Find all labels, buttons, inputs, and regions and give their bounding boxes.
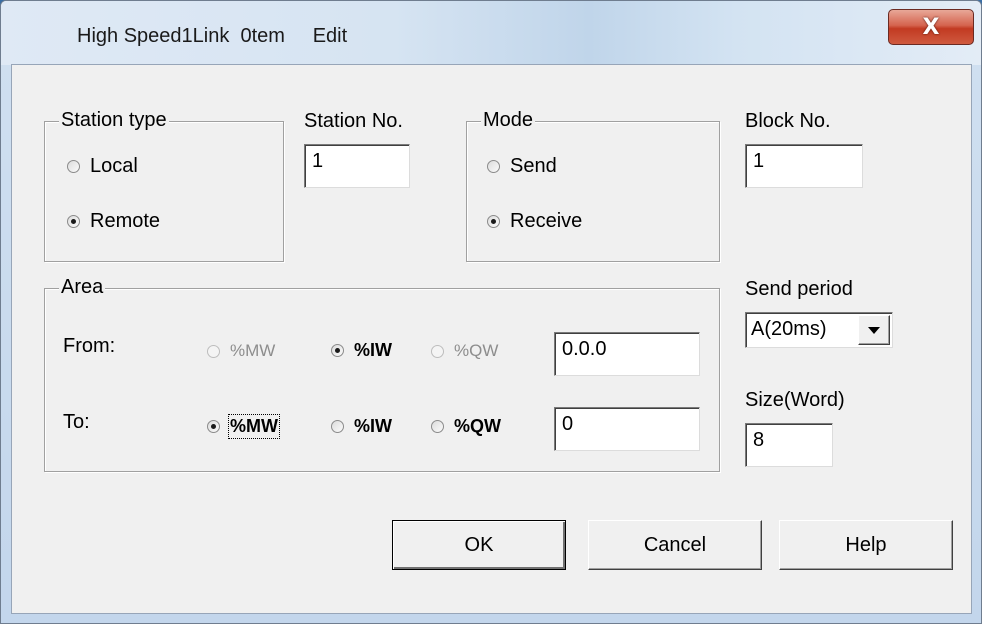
mode-send-radio[interactable]: Send xyxy=(487,155,557,178)
station-type-group: Station type Local Remote xyxy=(44,109,284,262)
help-button[interactable]: Help xyxy=(779,520,953,570)
from-address-input[interactable]: 0.0.0 xyxy=(554,332,700,376)
radio-label: %MW xyxy=(228,414,280,439)
to-iw-radio[interactable]: %IW xyxy=(331,416,392,437)
radio-icon xyxy=(207,344,220,358)
dropdown-arrow-icon[interactable] xyxy=(858,315,890,345)
radio-icon xyxy=(331,344,344,357)
send-period-select[interactable]: A(20ms) xyxy=(745,312,893,348)
cancel-button[interactable]: Cancel xyxy=(588,520,762,570)
send-period-value: A(20ms) xyxy=(751,318,827,340)
radio-icon xyxy=(67,160,80,173)
radio-label: Local xyxy=(90,155,138,177)
radio-icon xyxy=(487,215,500,228)
area-from-label: From: xyxy=(63,335,116,357)
radio-label: %IW xyxy=(354,416,392,436)
station-type-legend: Station type xyxy=(59,109,169,132)
dialog-client-area: Station type Local Remote Station No. 1 … xyxy=(11,64,972,614)
close-icon: X xyxy=(922,14,940,40)
area-legend: Area xyxy=(59,276,106,299)
area-to-label: To: xyxy=(63,411,90,433)
station-type-remote-radio[interactable]: Remote xyxy=(67,210,160,233)
station-type-local-radio[interactable]: Local xyxy=(67,155,138,178)
radio-icon xyxy=(487,160,500,173)
radio-label: Send xyxy=(510,155,557,177)
mode-group: Mode Send Receive xyxy=(466,109,720,262)
from-qw-radio[interactable]: %QW xyxy=(431,341,498,361)
radio-label: Remote xyxy=(90,210,161,232)
title-bar[interactable]: High Speed1Link 0tem Edit X xyxy=(1,1,981,65)
radio-icon xyxy=(431,420,444,433)
radio-label: %IW xyxy=(354,340,392,360)
block-no-label: Block No. xyxy=(745,110,831,132)
from-mw-radio[interactable]: %MW xyxy=(207,341,275,361)
radio-icon xyxy=(331,420,344,433)
mode-legend: Mode xyxy=(481,109,536,132)
size-word-input[interactable]: 8 xyxy=(745,423,833,467)
to-mw-radio[interactable]: %MW xyxy=(207,414,280,439)
block-no-input[interactable]: 1 xyxy=(745,144,863,188)
radio-label: Receive xyxy=(510,210,583,232)
station-no-label: Station No. xyxy=(304,110,403,132)
radio-label: %QW xyxy=(454,416,501,436)
size-word-label: Size(Word) xyxy=(745,389,845,411)
mode-receive-radio[interactable]: Receive xyxy=(487,210,582,233)
close-button[interactable]: X xyxy=(888,9,974,45)
station-no-input[interactable]: 1 xyxy=(304,144,410,188)
ok-button[interactable]: OK xyxy=(392,520,566,570)
radio-label: %QW xyxy=(454,341,499,360)
from-iw-radio[interactable]: %IW xyxy=(331,340,392,361)
radio-icon xyxy=(431,344,444,358)
radio-icon xyxy=(207,420,220,433)
to-qw-radio[interactable]: %QW xyxy=(431,416,501,437)
send-period-label: Send period xyxy=(745,278,853,300)
radio-label: %MW xyxy=(230,341,276,360)
window-title: High Speed1Link 0tem Edit xyxy=(77,25,348,47)
to-address-input[interactable]: 0 xyxy=(554,407,700,451)
radio-icon xyxy=(67,215,80,228)
area-group: Area From: %MW %IW %QW 0.0.0 To: %MW %IW… xyxy=(44,276,720,472)
dialog-window: High Speed1Link 0tem Edit X Station type… xyxy=(0,0,982,624)
